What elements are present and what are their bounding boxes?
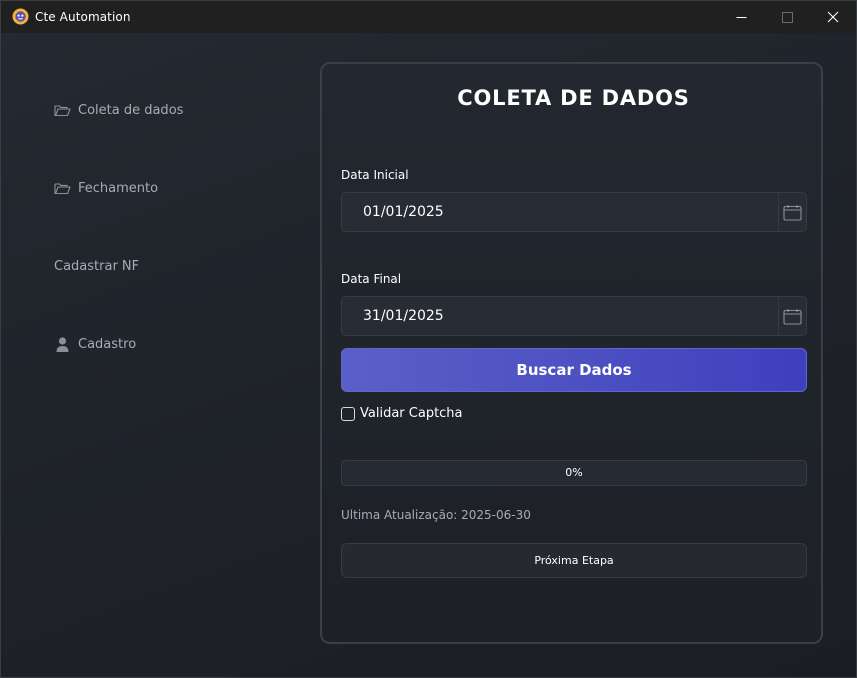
maximize-icon: [781, 11, 793, 23]
end-date-calendar-button[interactable]: [778, 297, 806, 335]
sidebar-item-coleta-de-dados[interactable]: Coleta de dados: [54, 100, 183, 120]
calendar-icon: [783, 308, 802, 325]
checkbox-box[interactable]: [341, 406, 355, 421]
folder-open-icon: [54, 181, 71, 195]
sidebar-item-cadastrar-nf[interactable]: Cadastrar NF: [54, 256, 139, 276]
sidebar-item-fechamento[interactable]: Fechamento: [54, 178, 158, 198]
app-window: Cte Automation Coleta de dados Fechament…: [0, 0, 857, 678]
progress-text: 0%: [565, 466, 583, 479]
sidebar-item-label: Coleta de dados: [78, 102, 184, 118]
next-step-button[interactable]: Próxima Etapa: [341, 543, 807, 578]
sidebar-item-cadastro[interactable]: Cadastro: [54, 334, 136, 354]
checkbox-label: Validar Captcha: [360, 406, 463, 421]
end-date-label: Data Final: [341, 272, 402, 286]
sidebar-item-label: Cadastro: [78, 336, 137, 352]
user-icon: [54, 336, 71, 352]
minimize-icon: [736, 16, 746, 18]
window-title: Cte Automation: [35, 10, 131, 24]
close-button[interactable]: [810, 1, 856, 33]
calendar-icon: [783, 204, 802, 221]
end-date-field[interactable]: 31/01/2025: [341, 296, 807, 336]
end-date-value: 31/01/2025: [363, 308, 444, 324]
page-title: COLETA DE DADOS: [457, 86, 690, 110]
progress-bar: 0%: [341, 460, 807, 486]
app-logo-icon: [12, 8, 29, 25]
maximize-button[interactable]: [764, 1, 810, 33]
sidebar-item-label: Fechamento: [78, 180, 159, 196]
sidebar-item-label: Cadastrar NF: [54, 258, 140, 274]
title-bar: Cte Automation: [1, 1, 856, 33]
minimize-button[interactable]: [718, 1, 764, 33]
validate-captcha-checkbox[interactable]: Validar Captcha: [341, 406, 463, 421]
start-date-label: Data Inicial: [341, 168, 409, 182]
start-date-field[interactable]: 01/01/2025: [341, 192, 807, 232]
start-date-calendar-button[interactable]: [778, 193, 806, 231]
data-collection-panel: COLETA DE DADOS Data Inicial 01/01/2025 …: [320, 62, 823, 644]
folder-open-icon: [54, 103, 71, 117]
start-date-value: 01/01/2025: [363, 204, 444, 220]
close-icon: [827, 11, 839, 23]
search-data-button[interactable]: Buscar Dados: [341, 348, 807, 392]
last-update-text: Ultima Atualização: 2025-06-30: [341, 508, 531, 522]
